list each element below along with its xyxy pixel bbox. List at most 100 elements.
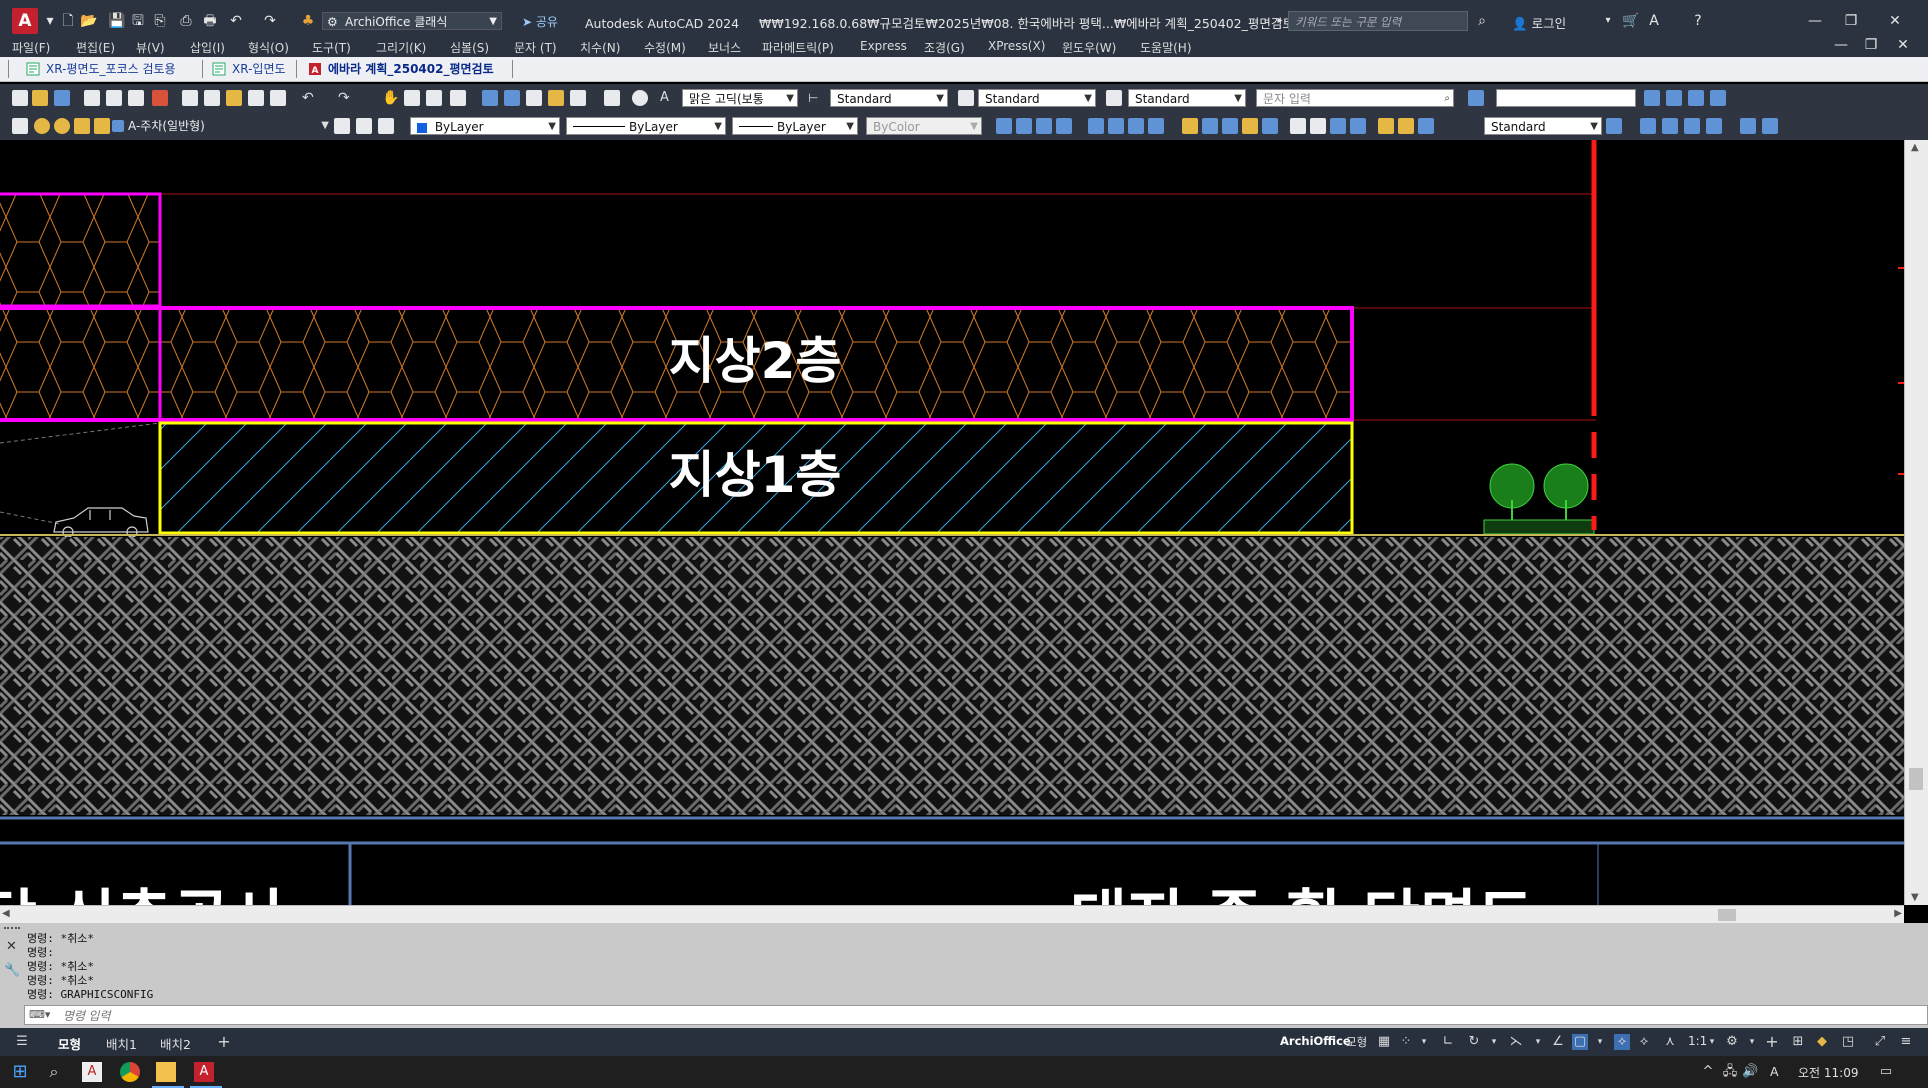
text-font-select[interactable]: 맑은 고딕(보통 ▼ [682, 89, 798, 107]
acrobat-icon[interactable]: A [82, 1062, 102, 1082]
autocad-taskbar-icon[interactable]: A [194, 1062, 214, 1082]
tab-layout1[interactable]: 배치1 [106, 1034, 137, 1053]
help-icon[interactable] [632, 90, 648, 106]
file-explorer-icon[interactable] [156, 1062, 176, 1082]
viewport-icon[interactable] [1666, 90, 1682, 106]
menu-edit[interactable]: 편집(E) [76, 39, 115, 56]
doc-minimize-button[interactable]: — [1826, 35, 1856, 57]
properties-icon[interactable] [482, 90, 498, 106]
volume-icon[interactable]: 🔊 [1742, 1064, 1758, 1080]
text-style-icon[interactable]: A [660, 90, 676, 106]
draworder-back-icon[interactable] [1662, 118, 1678, 134]
radius-dimension-icon[interactable] [1088, 118, 1104, 134]
3d-print-icon[interactable] [152, 90, 168, 106]
zoom-window-icon[interactable] [426, 90, 442, 106]
horizontal-scroll-thumb[interactable] [1718, 909, 1736, 921]
ortho-icon[interactable]: ∟ [1440, 1034, 1456, 1050]
horizontal-scrollbar[interactable]: ◀ ▶ [0, 905, 1904, 924]
open-folder-icon[interactable]: 📂 [80, 13, 97, 29]
network-icon[interactable]: 🖧 [1722, 1064, 1738, 1080]
redo-icon[interactable]: ↷ [338, 90, 354, 106]
workspace-dropdown-icon[interactable]: ▾ [1744, 1034, 1760, 1050]
publish-icon[interactable] [128, 90, 144, 106]
layer-state-icon[interactable] [378, 118, 394, 134]
auto-scale-icon[interactable]: ⟡ [1636, 1034, 1652, 1050]
dimension-break-icon[interactable] [1262, 118, 1278, 134]
osnap-dropdown-icon[interactable]: ▾ [1592, 1034, 1608, 1050]
angular-dimension-icon[interactable] [1148, 118, 1164, 134]
match-properties-icon[interactable] [248, 90, 264, 106]
paste-icon[interactable] [226, 90, 242, 106]
command-input-bar[interactable]: ⌨▾ [24, 1005, 1928, 1025]
title-block-drawing-name[interactable]: 대지 종 횡 단면도 [1070, 882, 1534, 905]
draworder-front-icon[interactable] [1640, 118, 1656, 134]
redo-icon[interactable]: ↷ [262, 13, 278, 29]
table-style-icon[interactable] [958, 90, 974, 106]
snap-mode-icon[interactable]: ⁘ [1398, 1034, 1414, 1050]
open-icon[interactable] [32, 90, 48, 106]
save-icon[interactable]: 💾 [108, 13, 125, 29]
inspection-icon[interactable] [1330, 118, 1346, 134]
cut-icon[interactable] [182, 90, 198, 106]
object-snap-tracking-icon[interactable]: ∠ [1550, 1034, 1566, 1050]
quick-dimension-icon[interactable] [1182, 118, 1198, 134]
search-icon[interactable]: ⌕ [44, 1062, 64, 1082]
zoom-previous-icon[interactable] [450, 90, 466, 106]
dimension-text-edit-icon[interactable] [1398, 118, 1414, 134]
title-block-project-name[interactable]: 당 신축공사 [0, 882, 287, 905]
scroll-down-arrow-icon[interactable]: ▼ [1911, 892, 1919, 903]
calculator-icon[interactable] [604, 90, 620, 106]
isometric-icon[interactable]: ⋋ [1508, 1034, 1524, 1050]
help-icon[interactable]: ? [1690, 13, 1706, 29]
workspace-gear-icon[interactable]: ⚙ [1724, 1034, 1740, 1050]
block-editor-icon[interactable] [270, 90, 286, 106]
continue-dimension-icon[interactable] [1222, 118, 1238, 134]
text-style-select[interactable]: Standard ▼ [830, 89, 948, 107]
copy-icon[interactable] [204, 90, 220, 106]
save-icon[interactable] [54, 90, 70, 106]
preview-icon[interactable] [106, 90, 122, 106]
expand-arrow-icon[interactable]: ▸ [1272, 13, 1288, 29]
scale-dropdown-icon[interactable]: ▾ [1704, 1034, 1720, 1050]
file-tab-xr-elevation[interactable]: XR-입면도 [210, 60, 286, 78]
center-mark-icon[interactable] [1310, 118, 1326, 134]
dimension-style-icon[interactable] [1606, 118, 1622, 134]
design-center-icon[interactable] [504, 90, 520, 106]
color-select[interactable]: ByLayer ▼ [410, 117, 560, 135]
text-to-front-icon[interactable] [1740, 118, 1756, 134]
menu-parametric[interactable]: 파라메트릭(P) [762, 39, 834, 56]
annotation-visibility-icon[interactable]: ⟡ [1614, 1034, 1630, 1050]
vertical-scroll-thumb[interactable] [1909, 768, 1923, 790]
floor2-label[interactable]: 지상2층 [669, 332, 842, 390]
text-search-input[interactable]: 문자 입력 ⌕ [1256, 89, 1454, 107]
fullscreen-icon[interactable]: ⤢ [1872, 1034, 1888, 1050]
diameter-dimension-icon[interactable] [1128, 118, 1144, 134]
layer-freeze-viewport-icon[interactable] [74, 118, 90, 134]
tool-palettes-icon[interactable] [526, 90, 542, 106]
add-layout-icon[interactable]: + [216, 1034, 232, 1050]
jogged-linear-icon[interactable] [1350, 118, 1366, 134]
new-file-icon[interactable]: 🗋 [60, 13, 76, 29]
doc-restore-button[interactable]: ❐ [1856, 35, 1886, 57]
menu-view[interactable]: 뷰(V) [136, 39, 165, 56]
scroll-right-arrow-icon[interactable]: ▶ [1894, 908, 1902, 919]
table-style-select[interactable]: Standard ▼ [978, 89, 1096, 107]
undo-icon[interactable]: ↶ [228, 13, 244, 29]
keyword-search-input[interactable]: 키워드 또는 구문 입력 [1288, 11, 1468, 31]
autocad-logo-icon[interactable]: A [12, 8, 38, 34]
plot-icon[interactable] [84, 90, 100, 106]
chrome-icon[interactable] [120, 1062, 140, 1082]
sheet-set-icon[interactable] [548, 90, 564, 106]
annotation-scale-icon[interactable]: ⋏ [1662, 1034, 1678, 1050]
layout-icon[interactable] [1688, 90, 1704, 106]
blank-text-field[interactable] [1496, 89, 1636, 107]
publish-icon[interactable]: ⎘ [152, 13, 168, 29]
layer-on-lightbulb-icon[interactable] [34, 118, 50, 134]
menu-landscape[interactable]: 조경(G) [924, 39, 965, 56]
menu-express[interactable]: Express [860, 39, 907, 53]
layer-tools-icon[interactable] [1710, 90, 1726, 106]
command-input[interactable] [61, 1007, 665, 1025]
linetype-select[interactable]: ByLayer ▼ [566, 117, 726, 135]
dimension-style-select[interactable]: Standard ▼ [1484, 117, 1602, 135]
draworder-above-icon[interactable] [1684, 118, 1700, 134]
